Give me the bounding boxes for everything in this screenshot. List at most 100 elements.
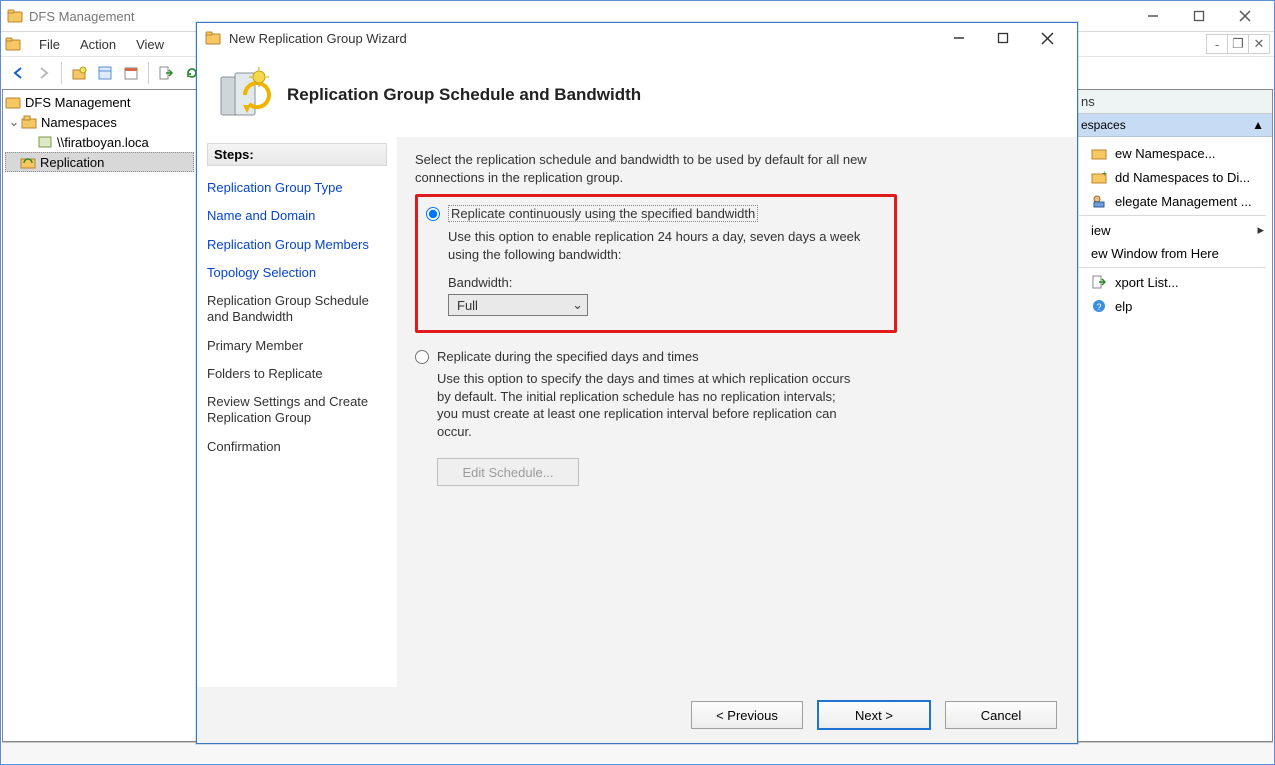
toolbar-schedule[interactable]	[118, 60, 144, 86]
action-export[interactable]: xport List...	[1073, 270, 1272, 294]
bandwidth-value: Full	[457, 298, 478, 313]
wizard-header: Replication Group Schedule and Bandwidth	[197, 53, 1077, 138]
bandwidth-block: Bandwidth: Full ⌄	[448, 275, 886, 316]
replication-icon	[20, 154, 36, 170]
option-continuous-block: Replicate continuously using the specifi…	[415, 194, 897, 333]
expand-icon[interactable]: ⌄	[7, 114, 21, 130]
option-scheduled-desc: Use this option to specify the days and …	[437, 370, 857, 440]
mdi-controls: ‐ ❐ ✕	[1206, 34, 1270, 54]
mdi-minimize[interactable]: ‐	[1207, 35, 1227, 53]
option-scheduled[interactable]: Replicate during the specified days and …	[415, 349, 885, 364]
menu-view[interactable]: View	[126, 35, 174, 54]
radio-continuous-label: Replicate continuously using the specifi…	[448, 205, 758, 222]
actions-list: ew Namespace... + dd Namespaces to Di...…	[1073, 137, 1272, 322]
option-continuous[interactable]: Replicate continuously using the specifi…	[426, 205, 886, 222]
wizard-title: New Replication Group Wizard	[229, 31, 407, 46]
step-primary[interactable]: Primary Member	[207, 332, 387, 360]
mdi-close[interactable]: ✕	[1248, 35, 1269, 53]
toolbar-newfolder[interactable]	[66, 60, 92, 86]
tree-ns-server[interactable]: \\firatboyan.loca	[5, 132, 194, 152]
step-members[interactable]: Replication Group Members	[207, 231, 387, 259]
close-button[interactable]	[1222, 2, 1268, 30]
tree-root[interactable]: DFS Management	[5, 92, 194, 112]
step-name[interactable]: Name and Domain	[207, 202, 387, 230]
separator	[148, 62, 149, 84]
forward-button[interactable]	[31, 60, 57, 86]
steps-heading-text: Steps:	[214, 147, 254, 162]
add-icon: +	[1091, 169, 1107, 185]
action-new-window[interactable]: ew Window from Here	[1073, 242, 1272, 265]
action-new-namespace[interactable]: ew Namespace...	[1073, 141, 1272, 165]
status-bar	[2, 742, 1273, 763]
separator	[1079, 267, 1266, 268]
mdi-restore[interactable]: ❐	[1227, 35, 1248, 53]
back-button[interactable]	[5, 60, 31, 86]
next-button[interactable]: Next >	[817, 700, 931, 730]
minimize-button[interactable]	[1130, 2, 1176, 30]
svg-text:+: +	[1102, 169, 1107, 178]
option-continuous-desc: Use this option to enable replication 24…	[448, 228, 868, 263]
edit-schedule-button: Edit Schedule...	[437, 458, 579, 486]
export-icon	[1091, 274, 1107, 290]
tree-replication[interactable]: Replication	[5, 152, 194, 172]
actions-group[interactable]: espaces ▲	[1073, 114, 1272, 137]
action-help[interactable]: ? elp	[1073, 294, 1272, 318]
intro-text: Select the replication schedule and band…	[415, 151, 885, 186]
step-type[interactable]: Replication Group Type	[207, 174, 387, 202]
option-scheduled-block: Replicate during the specified days and …	[415, 349, 885, 486]
maximize-button[interactable]	[1176, 2, 1222, 30]
action-label: elp	[1115, 299, 1132, 314]
scope-tree[interactable]: DFS Management ⌄ Namespaces \\firatboyan…	[2, 89, 197, 742]
action-label: elegate Management ...	[1115, 194, 1252, 209]
replication-wizard: New Replication Group Wizard Replication…	[196, 22, 1078, 744]
server-icon	[37, 134, 53, 150]
dfs-icon	[7, 8, 23, 24]
svg-text:?: ?	[1096, 302, 1101, 312]
menu-file[interactable]: File	[29, 35, 70, 54]
tree-namespaces-label: Namespaces	[41, 115, 117, 130]
action-label: xport List...	[1115, 275, 1179, 290]
toolbar-export[interactable]	[153, 60, 179, 86]
actions-pane: ns espaces ▲ ew Namespace... + dd Namesp…	[1073, 89, 1273, 742]
radio-continuous[interactable]	[426, 207, 440, 221]
action-delegate[interactable]: elegate Management ...	[1073, 189, 1272, 213]
action-label: dd Namespaces to Di...	[1115, 170, 1250, 185]
step-review[interactable]: Review Settings and Create Replication G…	[207, 388, 387, 433]
action-add-namespaces[interactable]: + dd Namespaces to Di...	[1073, 165, 1272, 189]
wizard-minimize[interactable]	[937, 24, 981, 52]
step-folders[interactable]: Folders to Replicate	[207, 360, 387, 388]
tree-namespaces[interactable]: ⌄ Namespaces	[5, 112, 194, 132]
window-controls	[1130, 2, 1268, 30]
step-schedule[interactable]: Replication Group Schedule and Bandwidth	[207, 287, 387, 332]
wizard-heading: Replication Group Schedule and Bandwidth	[287, 85, 641, 105]
step-confirm[interactable]: Confirmation	[207, 433, 387, 461]
steps-heading: Steps:	[207, 143, 387, 166]
previous-button[interactable]: < Previous	[691, 701, 803, 729]
action-label: ew Window from Here	[1091, 246, 1219, 261]
tree-replication-label: Replication	[40, 155, 104, 170]
wizard-titlebar: New Replication Group Wizard	[197, 23, 1077, 53]
step-topology[interactable]: Topology Selection	[207, 259, 387, 287]
wizard-steps: Steps: Replication Group Type Name and D…	[197, 137, 397, 687]
namespace-icon	[1091, 145, 1107, 161]
schedule-glyph-icon	[215, 67, 271, 123]
cancel-button[interactable]: Cancel	[945, 701, 1057, 729]
wizard-maximize[interactable]	[981, 24, 1025, 52]
actions-header: ns	[1073, 90, 1272, 114]
namespaces-icon	[21, 114, 37, 130]
action-view[interactable]: iew ▸	[1073, 218, 1272, 242]
menu-action[interactable]: Action	[70, 35, 126, 54]
wizard-footer: < Previous Next > Cancel	[197, 687, 1077, 743]
wizard-icon	[205, 30, 221, 46]
help-icon: ?	[1091, 298, 1107, 314]
bandwidth-select[interactable]: Full ⌄	[448, 294, 588, 316]
radio-scheduled[interactable]	[415, 350, 429, 364]
actions-group-label: espaces	[1081, 118, 1126, 132]
dfs-icon	[5, 94, 21, 110]
toolbar-props[interactable]	[92, 60, 118, 86]
bandwidth-label: Bandwidth:	[448, 275, 886, 290]
separator	[1079, 215, 1266, 216]
wizard-close[interactable]	[1025, 24, 1069, 52]
chevron-right-icon: ▸	[1257, 222, 1264, 238]
dfs-icon	[5, 36, 21, 52]
